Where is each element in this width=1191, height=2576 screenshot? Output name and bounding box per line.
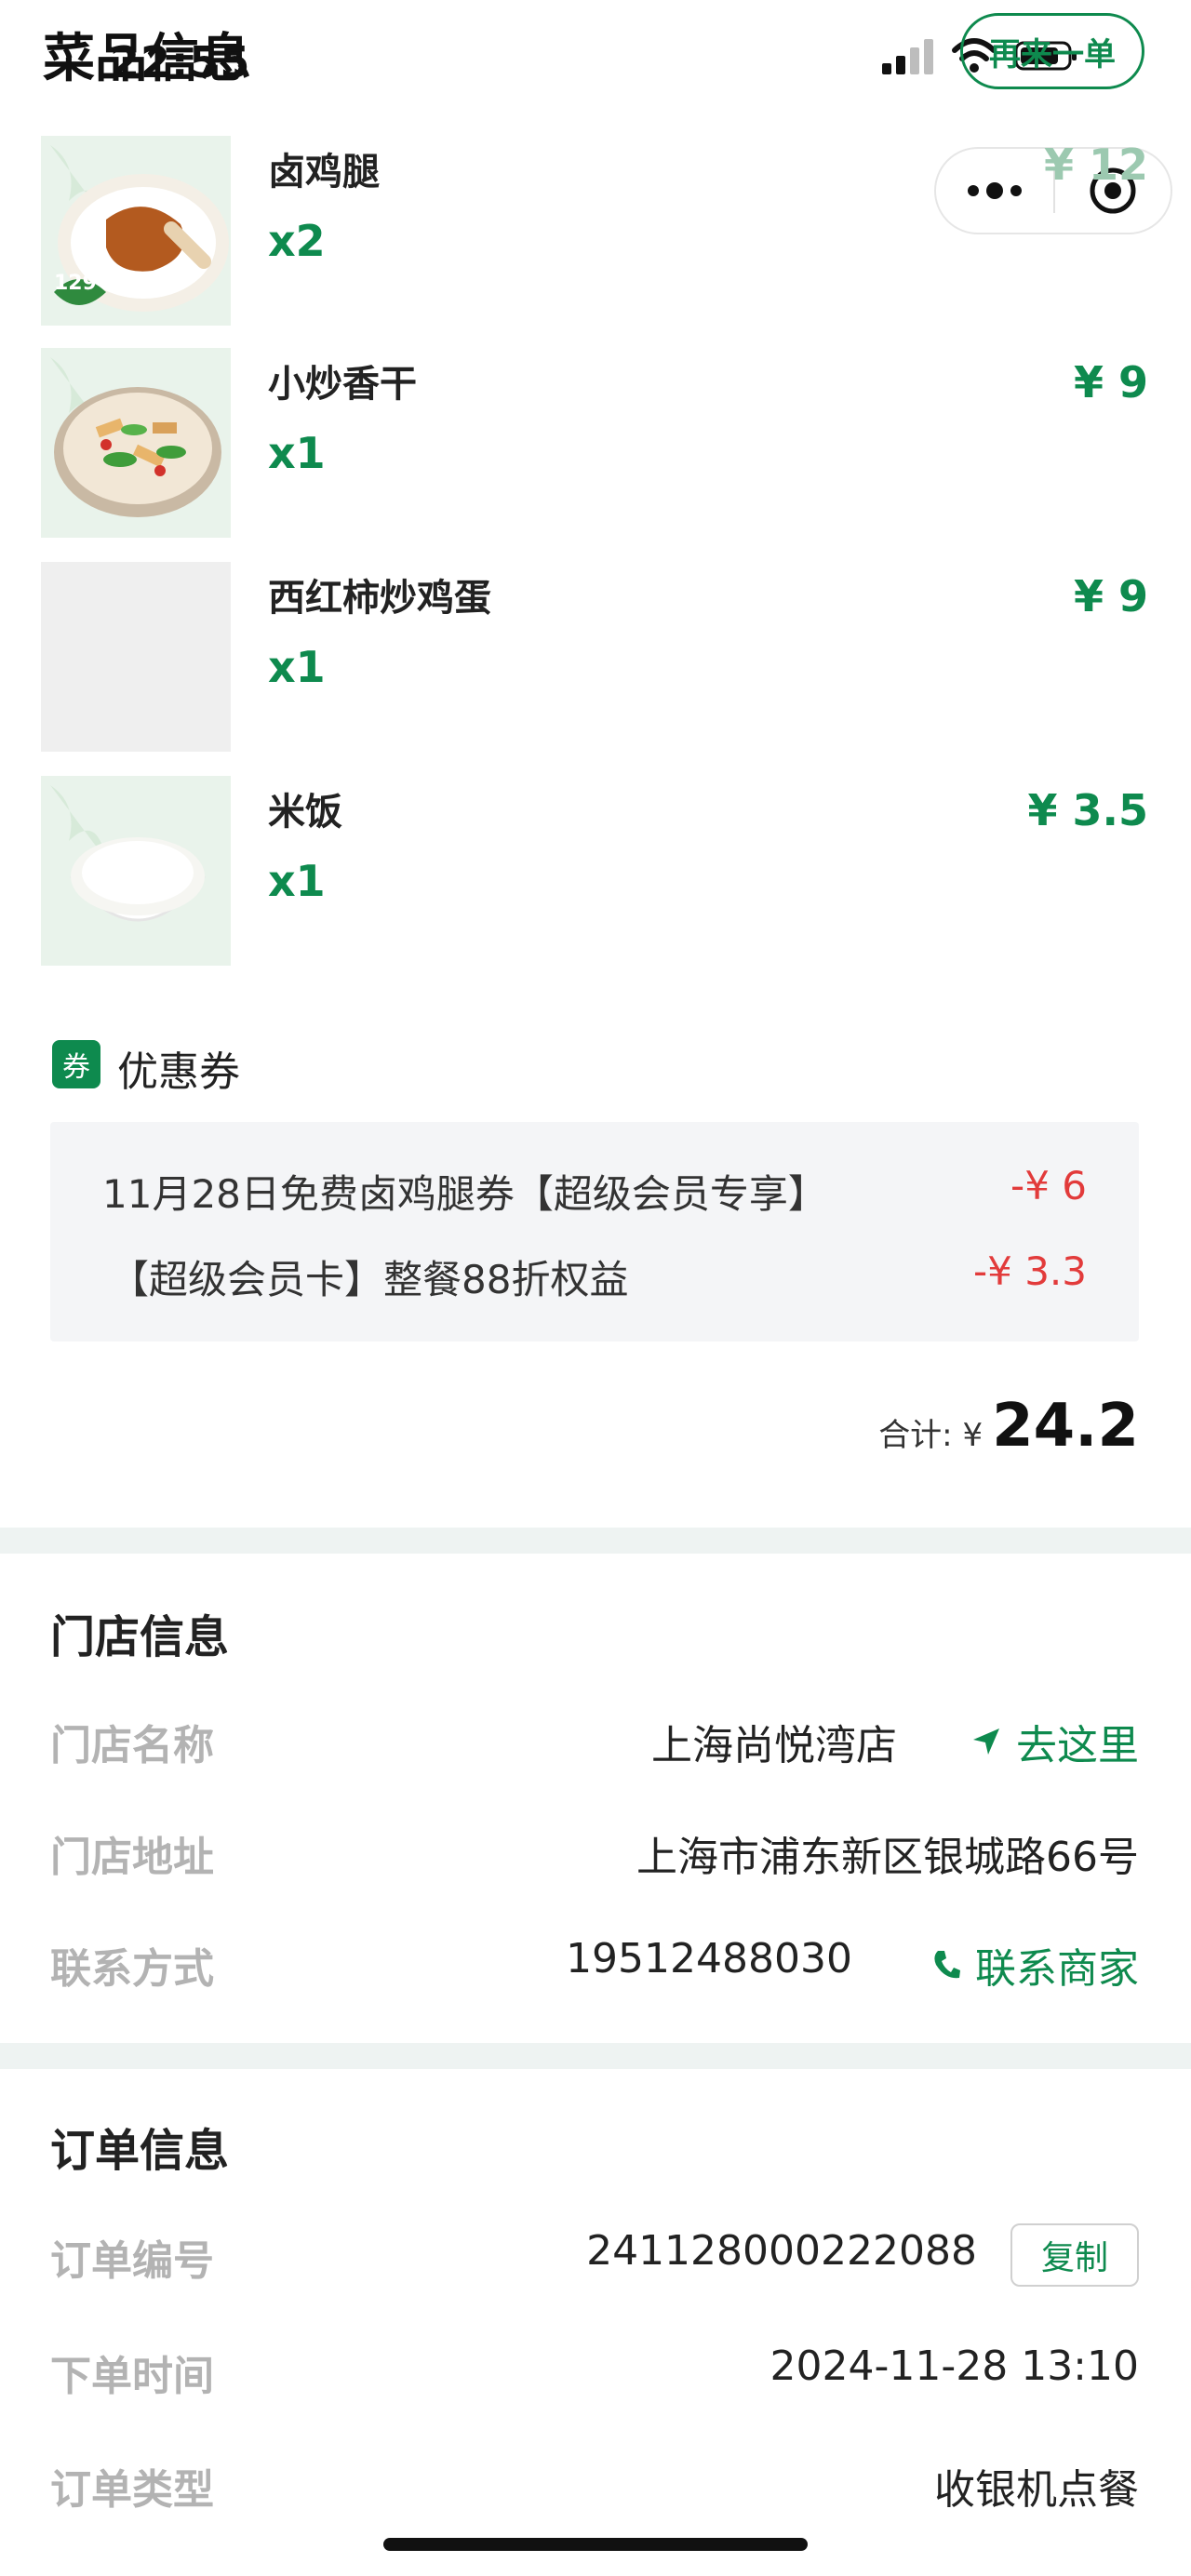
dish-item: 西红柿炒鸡蛋 x1 ¥ 9 — [41, 562, 1148, 752]
navigate-link-label: 去这里 — [1016, 1722, 1139, 1769]
order-time-value: 2024-11-28 13:10 — [769, 2342, 1140, 2390]
order-type-label: 订单类型 — [50, 2466, 214, 2514]
dish-name: 米饭 — [268, 791, 342, 834]
dish-image-rice — [41, 776, 231, 966]
coupon-title: 优惠券 — [117, 1048, 240, 1096]
contact-merchant-label: 联系商家 — [975, 1945, 1139, 1993]
dish-name: 卤鸡腿 — [268, 151, 380, 194]
order-info-title: 订单信息 — [50, 2125, 230, 2177]
coupon-amount: -¥ 3.3 — [972, 1248, 1087, 1294]
dish-image-drumstick: 129 — [41, 136, 231, 326]
dish-qty: x1 — [268, 642, 326, 692]
dish-image-placeholder — [41, 562, 231, 752]
section-divider — [0, 1528, 1191, 1554]
order-number-label: 订单编号 — [50, 2237, 214, 2285]
navigate-link[interactable]: 去这里 — [970, 1712, 1139, 1771]
coupon-list: 11月28日免费卤鸡腿券【超级会员专享】 -¥ 6 【超级会员卡】整餐88折权益… — [50, 1122, 1139, 1341]
contact-label: 联系方式 — [50, 1945, 214, 1993]
order-time-label: 下单时间 — [50, 2353, 214, 2400]
store-address-value: 上海市浦东新区银城路66号 — [636, 1834, 1139, 1881]
dish-image-stir-fry — [41, 348, 231, 538]
coupon-label: 【超级会员卡】整餐88折权益 — [110, 1257, 629, 1302]
dish-qty: x1 — [268, 856, 326, 906]
home-indicator — [383, 2538, 808, 2551]
dish-price: ¥ 9 — [1073, 571, 1148, 621]
coupon-item: 【超级会员卡】整餐88折权益 -¥ 3.3 — [110, 1248, 1087, 1305]
dish-name: 西红柿炒鸡蛋 — [268, 577, 491, 620]
total-value: 24.2 — [992, 1392, 1139, 1461]
store-address-label: 门店地址 — [50, 1834, 214, 1881]
navigate-arrow-icon — [973, 1728, 999, 1755]
store-name-value: 上海尚悦湾店 — [651, 1722, 897, 1769]
dish-price: ¥ 9 — [1073, 357, 1148, 407]
status-time: 22:55 — [110, 37, 251, 87]
dish-price: ¥ 12 — [1043, 140, 1148, 190]
phone-icon — [934, 1951, 960, 1979]
total-label: 合计: ¥ — [878, 1417, 984, 1454]
store-name-label: 门店名称 — [50, 1722, 214, 1769]
order-type-value: 收银机点餐 — [934, 2466, 1139, 2514]
dish-qty: x1 — [268, 428, 326, 478]
dish-item: 小炒香干 x1 ¥ 9 — [41, 348, 1148, 538]
contact-phone-value: 19512488030 — [566, 1935, 852, 1982]
dish-qty: x2 — [268, 216, 326, 266]
order-total: 合计: ¥ 24.2 — [878, 1392, 1139, 1461]
dish-item: 129 卤鸡腿 x2 ¥ 12 — [41, 136, 1148, 326]
dish-name: 小炒香干 — [268, 363, 417, 406]
section-divider — [0, 2043, 1191, 2069]
coupon-icon: 券 — [52, 1040, 100, 1088]
signal-icon — [882, 39, 933, 74]
order-number-value: 241128000222088 — [586, 2227, 977, 2275]
copy-order-number-button[interactable]: 复制 — [1010, 2223, 1139, 2287]
coupon-label: 11月28日免费卤鸡腿券【超级会员专享】 — [102, 1171, 827, 1217]
store-info-title: 门店信息 — [50, 1611, 230, 1663]
reorder-button[interactable]: 再来一单 — [960, 13, 1144, 89]
dish-price: ¥ 3.5 — [1027, 785, 1148, 835]
coupon-amount: -¥ 6 — [1010, 1163, 1087, 1208]
dish-item: 米饭 x1 ¥ 3.5 — [41, 776, 1148, 966]
coupon-item: 11月28日免费卤鸡腿券【超级会员专享】 -¥ 6 — [102, 1163, 1087, 1220]
contact-merchant-link[interactable]: 联系商家 — [932, 1935, 1139, 1995]
dish-badge: 129 — [54, 272, 97, 295]
